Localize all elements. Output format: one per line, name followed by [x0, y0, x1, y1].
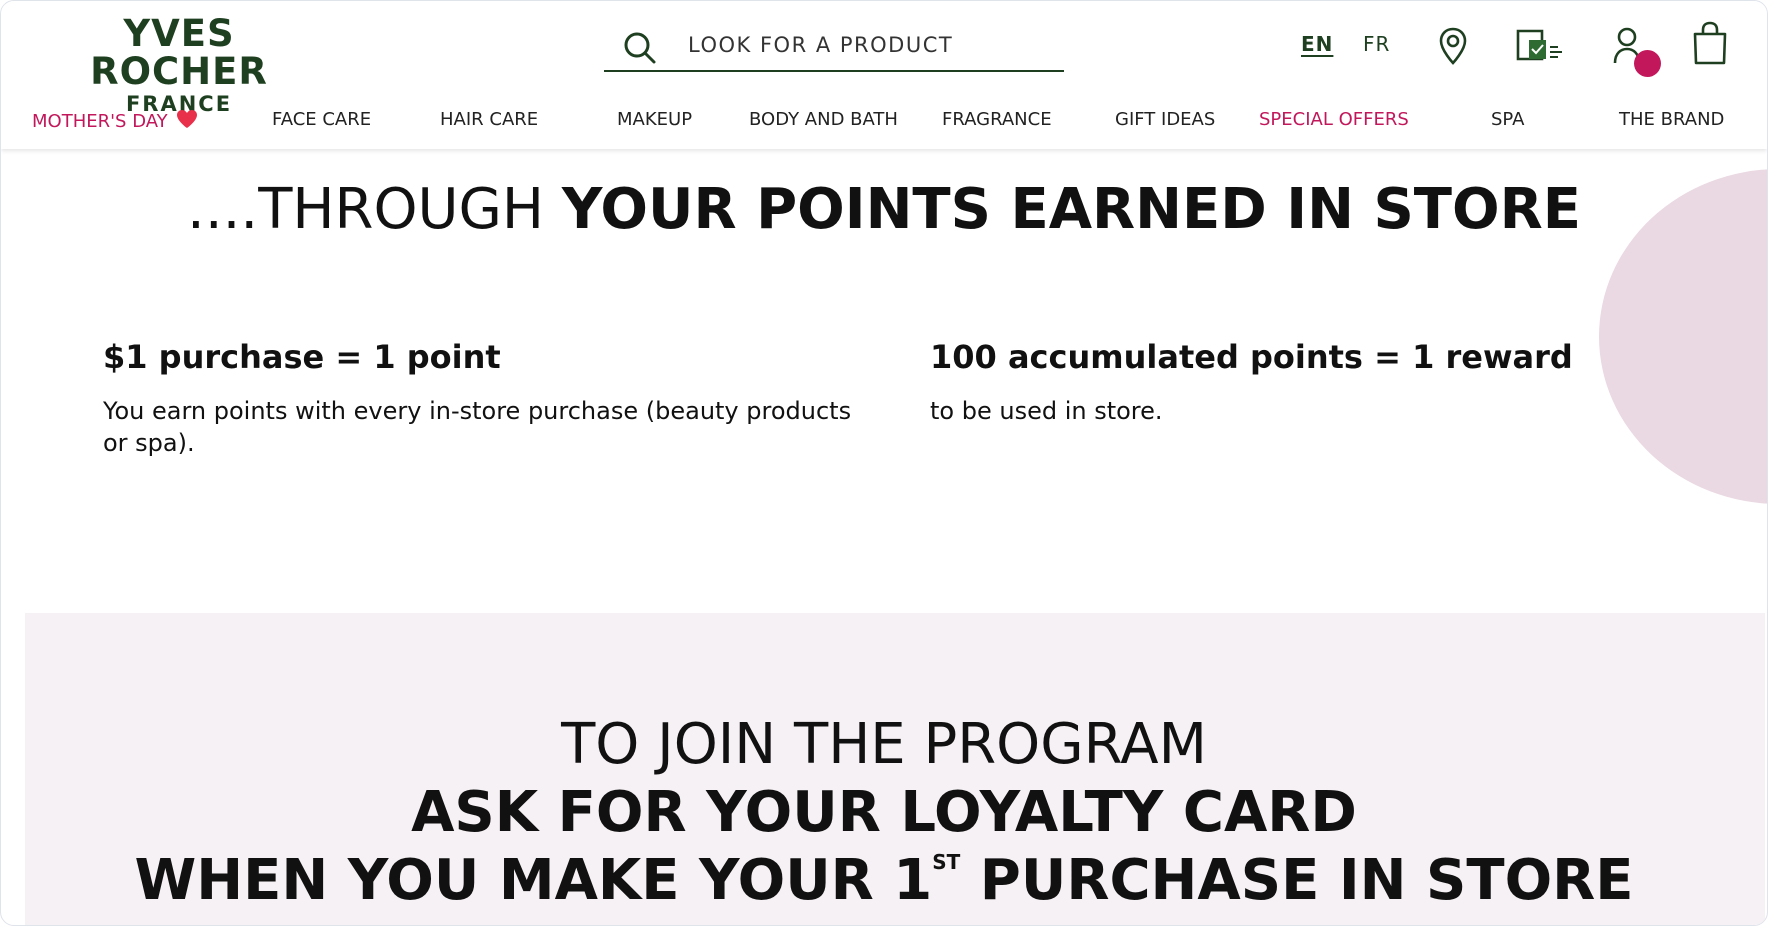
site-header: YVES ROCHER FRANCE EN FR [1, 1, 1767, 149]
join-line-3-end: PURCHASE IN STORE [960, 848, 1634, 913]
loyalty-card-icon[interactable] [1512, 25, 1566, 63]
reward-rule-heading: 100 accumulated points = 1 reward [930, 338, 1573, 376]
join-line-3-start: WHEN YOU MAKE YOUR 1 [134, 848, 933, 913]
nav-item-special-offers[interactable]: SPECIAL OFFERS [1259, 109, 1409, 130]
brand-logo[interactable]: YVES ROCHER FRANCE [29, 15, 329, 117]
shopping-bag-icon[interactable] [1691, 21, 1729, 67]
join-line-1: TO JOIN THE PROGRAM [561, 712, 1207, 777]
reward-rule-text: to be used in store. [930, 397, 1163, 425]
nav-item-makeup[interactable]: MAKEUP [617, 109, 692, 130]
points-earn-column: $1 purchase = 1 point You earn points wi… [103, 337, 863, 459]
nav-item-body-and-bath[interactable]: BODY AND BATH [749, 109, 898, 130]
join-program-text: TO JOIN THE PROGRAM ASK FOR YOUR LOYALTY… [1, 711, 1767, 915]
points-reward-column: 100 accumulated points = 1 reward to be … [930, 337, 1690, 427]
points-section-title: ....THROUGH YOUR POINTS EARNED IN STORE [1, 177, 1767, 243]
nav-item-hair-care[interactable]: HAIR CARE [440, 109, 538, 130]
page-frame: YVES ROCHER FRANCE EN FR [0, 0, 1768, 926]
main-navigation: MOTHER'S DAY FACE CARE HAIR CARE MAKEUP … [1, 109, 1767, 139]
search-icon[interactable] [622, 30, 658, 66]
earn-rule-heading: $1 purchase = 1 point [103, 338, 501, 376]
nav-item-face-care[interactable]: FACE CARE [272, 109, 371, 130]
language-en-link[interactable]: EN [1301, 32, 1333, 56]
nav-item-spa[interactable]: SPA [1491, 109, 1524, 130]
search-input[interactable] [686, 29, 1050, 61]
join-line-3: WHEN YOU MAKE YOUR 1ST PURCHASE IN STORE [1, 847, 1767, 915]
search-bar [604, 23, 1064, 72]
nav-item-gift-ideas[interactable]: GIFT IDEAS [1115, 109, 1215, 130]
heart-icon [176, 110, 197, 128]
nav-item-the-brand[interactable]: THE BRAND [1619, 109, 1724, 130]
language-fr-link[interactable]: FR [1363, 32, 1390, 56]
location-pin-icon[interactable] [1439, 27, 1467, 65]
points-title-light: ....THROUGH [187, 177, 562, 242]
nav-item-fragrance[interactable]: FRAGRANCE [942, 109, 1052, 130]
ordinal-suffix: ST [932, 850, 961, 874]
nav-item-label: MOTHER'S DAY [32, 111, 168, 132]
earn-rule-text: You earn points with every in-store purc… [103, 397, 852, 457]
join-line-2: ASK FOR YOUR LOYALTY CARD [411, 780, 1357, 845]
nav-item-mothers-day[interactable]: MOTHER'S DAY [32, 109, 198, 132]
logo-title: YVES ROCHER [90, 12, 268, 93]
points-title-bold: YOUR POINTS EARNED IN STORE [561, 177, 1581, 242]
account-notification-badge [1634, 50, 1661, 77]
